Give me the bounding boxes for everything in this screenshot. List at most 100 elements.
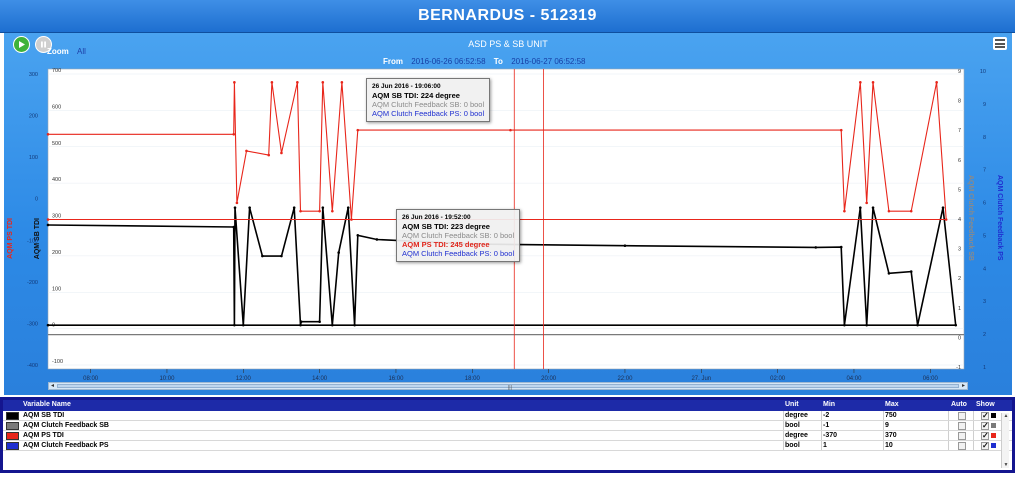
cell-min: -370 xyxy=(823,432,838,439)
color-swatch[interactable] xyxy=(6,442,19,450)
data-point xyxy=(46,132,50,136)
tooltip-date: 26 Jun 2016 - 19:06:00 xyxy=(372,83,441,90)
data-point xyxy=(318,320,321,324)
data-point xyxy=(46,323,50,327)
y-right-outer-tick-label: 4 xyxy=(983,266,986,272)
data-point xyxy=(375,238,379,241)
y-right-outer-tick-label: 2 xyxy=(983,332,986,338)
cell-min: -1 xyxy=(823,422,830,429)
cell-max: 9 xyxy=(885,422,889,429)
y-outer-tick-label: 200 xyxy=(29,114,38,120)
grid-scrollbar[interactable]: ▲ ▼ xyxy=(1001,413,1009,468)
data-point xyxy=(340,81,344,84)
y-outer-tick-label: -100 xyxy=(27,238,38,244)
table-row[interactable]: AQM Clutch Feedback PS bool 1 10 xyxy=(3,441,1012,451)
data-point xyxy=(331,209,334,213)
data-point xyxy=(248,206,251,209)
y-right-inner-tick-label: 0 xyxy=(958,335,961,341)
show-color-indicator xyxy=(991,413,996,418)
col-show[interactable]: Show xyxy=(976,401,995,408)
y-right-outer-tick-label: 8 xyxy=(983,135,986,141)
show-checkbox[interactable] xyxy=(981,411,989,420)
col-unit[interactable]: Unit xyxy=(785,401,799,408)
tooltip-sb-value: AQM SB TDI: 223 degree xyxy=(402,222,490,231)
data-point xyxy=(865,323,868,327)
data-point xyxy=(280,151,283,155)
y-inner-tick-label: 400 xyxy=(52,177,61,183)
cell-unit: bool xyxy=(785,422,800,429)
show-checkbox[interactable] xyxy=(981,431,989,440)
cell-max: 750 xyxy=(885,412,897,419)
show-checkbox[interactable] xyxy=(981,421,989,430)
data-point xyxy=(954,323,958,327)
data-point xyxy=(235,201,239,205)
data-point xyxy=(871,206,875,209)
y-outer-tick-label: -300 xyxy=(27,321,38,327)
auto-checkbox[interactable] xyxy=(958,432,966,440)
y-inner-tick-label: 500 xyxy=(52,141,61,147)
data-point xyxy=(909,270,913,273)
color-swatch[interactable] xyxy=(6,432,19,440)
tooltip-first: 26 Jun 2016 - 19:06:00 AQM SB TDI: 224 d… xyxy=(366,78,491,122)
y-right-inner-tick-label: 7 xyxy=(958,128,961,134)
grid-rows: AQM SB TDI degree -2 750 AQM Clutch Feedback… xyxy=(3,411,1012,451)
tooltip-second: 26 Jun 2016 - 19:52:00 AQM SB TDI: 223 d… xyxy=(396,209,521,262)
data-point xyxy=(321,206,325,209)
scroll-up-icon[interactable]: ▲ xyxy=(1002,413,1010,419)
tooltip-ps-value: AQM PS TDI: 245 degree xyxy=(402,240,490,249)
data-point xyxy=(299,209,302,213)
data-point xyxy=(280,254,283,258)
col-min[interactable]: Min xyxy=(823,401,835,408)
data-point xyxy=(232,132,236,136)
horizontal-scrollbar[interactable]: ◂ ||| ▸ xyxy=(48,382,968,391)
data-point xyxy=(46,223,50,227)
data-point xyxy=(261,254,264,258)
tooltip-cf-ps-value: AQM Clutch Feedback PS: 0 bool xyxy=(372,109,485,118)
data-point xyxy=(241,323,245,327)
y-right-outer-tick-label: 9 xyxy=(983,102,986,108)
cell-name: AQM PS TDI xyxy=(23,432,64,439)
table-row[interactable]: AQM PS TDI degree -370 370 xyxy=(3,431,1012,441)
col-variable-name[interactable]: Variable Name xyxy=(23,401,71,408)
y-right-outer-tick-label: 1 xyxy=(983,365,986,371)
y-right-outer-tick-label: 10 xyxy=(980,69,986,75)
show-checkbox[interactable] xyxy=(981,441,989,450)
data-point xyxy=(935,81,938,84)
grid-header: Variable Name Unit Min Max Auto Show xyxy=(3,400,1012,411)
data-point xyxy=(843,323,846,327)
auto-checkbox[interactable] xyxy=(958,442,966,450)
y-right-inner-tick-label: 2 xyxy=(958,276,961,282)
col-max[interactable]: Max xyxy=(885,401,899,408)
cell-unit: bool xyxy=(785,442,800,449)
y-inner-tick-label: 100 xyxy=(52,286,61,292)
table-row[interactable]: AQM Clutch Feedback SB bool -1 9 xyxy=(3,421,1012,431)
tooltip-cf-sb-value: AQM Clutch Feedback SB: 0 bool xyxy=(402,231,515,240)
color-swatch[interactable] xyxy=(6,422,19,430)
y-inner-tick-label: 200 xyxy=(52,250,61,256)
scroll-down-icon[interactable]: ▼ xyxy=(1002,462,1010,468)
data-point xyxy=(353,323,356,327)
data-point xyxy=(321,81,325,84)
scroll-thumb[interactable]: ||| xyxy=(57,384,959,391)
cell-unit: degree xyxy=(785,412,808,419)
data-point xyxy=(871,81,875,84)
data-point xyxy=(292,206,296,209)
data-point xyxy=(843,209,846,213)
cell-name: AQM Clutch Feedback PS xyxy=(23,442,109,449)
data-point xyxy=(46,218,50,221)
data-point xyxy=(356,234,360,237)
data-point xyxy=(232,225,236,229)
auto-checkbox[interactable] xyxy=(958,422,966,430)
data-point xyxy=(887,209,891,213)
cell-max: 10 xyxy=(885,442,893,449)
y-right-inner-tick-label: 9 xyxy=(958,69,961,75)
scroll-right-icon[interactable]: ▸ xyxy=(960,383,967,389)
color-swatch[interactable] xyxy=(6,412,19,420)
y-outer-tick-label: -400 xyxy=(27,363,38,369)
auto-checkbox[interactable] xyxy=(958,412,966,420)
col-auto[interactable]: Auto xyxy=(951,401,967,408)
scroll-left-icon[interactable]: ◂ xyxy=(49,383,56,389)
table-row[interactable]: AQM SB TDI degree -2 750 xyxy=(3,411,1012,421)
data-point xyxy=(916,323,919,327)
show-color-indicator xyxy=(991,433,996,438)
